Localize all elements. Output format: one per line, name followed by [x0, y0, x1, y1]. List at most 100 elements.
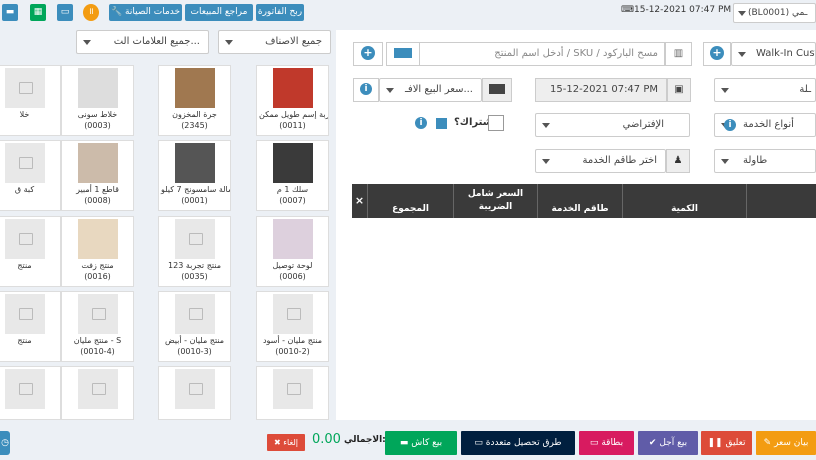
- product-image: [272, 143, 313, 183]
- product-card[interactable]: منتج: [0, 291, 61, 362]
- product-name: منتج: [17, 261, 32, 270]
- table-select[interactable]: طاولة: [714, 149, 816, 173]
- product-card[interactable]: منتج مليان - أسود (0010-2): [256, 291, 329, 362]
- calculator-icon[interactable]: ▦: [30, 4, 46, 21]
- service-types-value: أنواع الخدمة: [743, 119, 794, 130]
- default-select[interactable]: الإفتراضي: [535, 113, 690, 137]
- categories-filter[interactable]: جميع الاصناف: [218, 30, 331, 54]
- product-image: [77, 219, 118, 259]
- chevron-down-icon: [721, 88, 729, 93]
- quote-label: بيان سعر: [774, 438, 809, 448]
- add-customer-button[interactable]: +: [703, 42, 731, 66]
- multiple-payment-button[interactable]: ▭ طرق تحصيل متعددة: [461, 431, 575, 455]
- product-image: [77, 294, 118, 334]
- product-card[interactable]: غسالة سامسونج 7 كيلو (0001): [158, 140, 231, 211]
- product-image: [4, 143, 45, 183]
- product-name: لوحة توصيل: [272, 261, 313, 270]
- product-card[interactable]: تجربة إسم طويل ممكن... (0011): [256, 65, 329, 136]
- table-select-value: طاولة: [743, 155, 768, 166]
- cash-sale-button[interactable]: ▬ بيع كاش: [385, 431, 457, 455]
- product-code: (0006): [279, 272, 306, 281]
- product-card[interactable]: كبة ق: [0, 140, 61, 211]
- product-name: كبة ق: [14, 185, 35, 194]
- product-name: سلك 1 م: [276, 185, 309, 194]
- card-icon: [394, 48, 412, 58]
- money-icon: [482, 78, 512, 102]
- product-image: [77, 68, 118, 108]
- product-card[interactable]: لوحة توصيل (0006): [256, 216, 329, 287]
- product-card[interactable]: منتج: [0, 216, 61, 287]
- invoice-profit-button[interactable]: ربح الفاتورة: [256, 4, 304, 21]
- sales-returns-button[interactable]: مراجع المبيعات: [185, 4, 253, 21]
- plus-icon: +: [710, 46, 724, 60]
- chevron-down-icon: [738, 52, 746, 57]
- price-group-select[interactable]: سعر البيع الافـ...: [379, 78, 482, 102]
- product-card[interactable]: خلاط سونى (0003): [61, 65, 134, 136]
- product-name: منتج: [17, 336, 32, 345]
- service-types-select[interactable]: i أنواع الخدمة: [714, 113, 816, 137]
- recent-transactions-button[interactable]: ◷: [0, 431, 10, 455]
- edit-icon: ✎: [763, 438, 772, 448]
- chevron-down-icon: [83, 40, 91, 45]
- card-button[interactable]: ▭ بطاقة: [579, 431, 634, 455]
- pause-icon: ❚❚: [707, 438, 723, 448]
- product-image: [272, 68, 313, 108]
- chevron-down-icon: [542, 159, 550, 164]
- pause-icon[interactable]: ॥: [83, 4, 99, 21]
- info-icon: i: [360, 83, 372, 95]
- calendar-icon: ▣: [667, 78, 691, 102]
- price-group-value: سعر البيع الافـ...: [405, 84, 473, 95]
- product-card[interactable]: منتج زفت (0016): [61, 216, 134, 287]
- product-search-input[interactable]: أدخل اسم المنتج / SKU / مسح الباركود: [419, 42, 665, 66]
- money-icon: ▬: [399, 438, 409, 448]
- transaction-date-input[interactable]: 15-12-2021 07:47 PM: [535, 78, 667, 102]
- credit-sale-button[interactable]: ✔ بيع آجل: [638, 431, 698, 455]
- barcode-scan-button[interactable]: [386, 42, 420, 66]
- service-staff-select[interactable]: اختر طاقم الخدمة: [535, 149, 666, 173]
- product-code: (2345): [181, 121, 208, 130]
- select-a[interactable]: ـلة: [714, 78, 816, 102]
- product-name: تجربة إسم طويل ممكن...: [259, 110, 328, 119]
- product-name: خلا: [19, 110, 30, 119]
- minimize-icon[interactable]: ▬: [2, 4, 18, 21]
- cancel-button[interactable]: ✖ إلغاء: [267, 434, 305, 451]
- product-card[interactable]: جرة المخزون (2345): [158, 65, 231, 136]
- product-card[interactable]: خلا: [0, 65, 61, 136]
- subscription-info-icon[interactable]: i: [415, 117, 427, 129]
- product-code: (0035): [181, 272, 208, 281]
- maintenance-services-button[interactable]: 🔧 خدمات الصيانة: [109, 4, 182, 21]
- product-card[interactable]: [256, 366, 329, 420]
- product-card[interactable]: منتج تجربة 123 (0035): [158, 216, 231, 287]
- brands-filter[interactable]: جميع العلامات الت...: [76, 30, 209, 54]
- customer-select[interactable]: Walk-In Custo: [731, 42, 816, 66]
- credit-card-icon: ▭: [589, 438, 599, 448]
- chevron-down-icon: [542, 123, 550, 128]
- total-column-header: المجموع: [368, 184, 454, 218]
- product-name: جرة المخزون: [172, 110, 217, 119]
- subscription-checkbox[interactable]: [488, 115, 504, 131]
- check-icon: ✔: [648, 438, 657, 448]
- product-column-header: [747, 184, 816, 218]
- location-select[interactable]: (BL0001) ـمي: [733, 3, 816, 23]
- remove-column-header: ×: [352, 184, 368, 218]
- datetime-text: 15-12-2021 07:47 PM: [634, 5, 732, 15]
- multiple-payment-label: طرق تحصيل متعددة: [485, 438, 562, 448]
- product-code: (0007): [279, 196, 306, 205]
- suspend-button[interactable]: ❚❚ تعليق: [701, 431, 752, 455]
- window-icon[interactable]: ▭: [57, 4, 73, 21]
- product-name: قاطع 1 أمبير: [76, 185, 119, 194]
- select-a-value: ـلة: [799, 84, 811, 95]
- add-product-button[interactable]: +: [353, 42, 383, 66]
- product-image: [4, 219, 45, 259]
- product-card[interactable]: [0, 366, 61, 420]
- product-card[interactable]: [158, 366, 231, 420]
- product-card[interactable]: سلك 1 م (0007): [256, 140, 329, 211]
- quote-button[interactable]: ✎ بيان سعر: [756, 431, 816, 455]
- product-card[interactable]: منتج مليان - أبيض (0010-3): [158, 291, 231, 362]
- product-card[interactable]: قاطع 1 أمبير (0008): [61, 140, 134, 211]
- clock-icon: ◷: [1, 438, 9, 448]
- product-card[interactable]: منتج مليان - S (0010-4): [61, 291, 134, 362]
- product-card[interactable]: [61, 366, 134, 420]
- price-group-info-button[interactable]: i: [353, 78, 379, 102]
- location-select-value: (BL0001) ـمي: [748, 8, 808, 18]
